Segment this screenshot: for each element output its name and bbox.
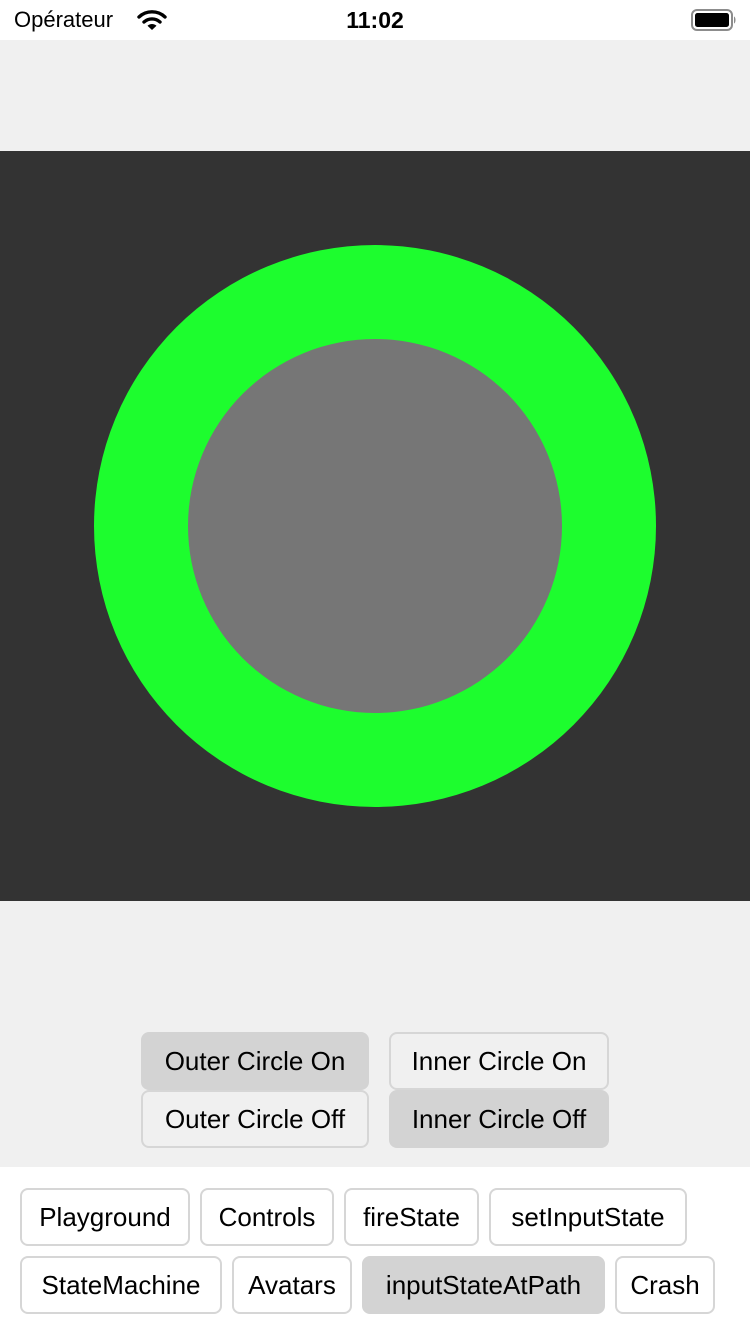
outer-circle-on-button[interactable]: Outer Circle On: [141, 1032, 369, 1090]
tab-crash[interactable]: Crash: [615, 1256, 715, 1314]
rive-animation-view[interactable]: [0, 151, 750, 901]
inner-circle-off-button[interactable]: Inner Circle Off: [389, 1090, 609, 1148]
tab-firestate[interactable]: fireState: [344, 1188, 479, 1246]
tab-setinputstate[interactable]: setInputState: [489, 1188, 687, 1246]
inner-circle: [188, 339, 562, 713]
tab-inputstateatpath[interactable]: inputStateAtPath: [362, 1256, 605, 1314]
battery-full-icon: [691, 9, 737, 31]
tab-playground[interactable]: Playground: [20, 1188, 190, 1246]
outer-circle-off-button[interactable]: Outer Circle Off: [141, 1090, 369, 1148]
status-bar: Opérateur 11:02: [0, 0, 750, 40]
tab-avatars[interactable]: Avatars: [232, 1256, 352, 1314]
demo-tab-bar: Playground Controls fireState setInputSt…: [0, 1167, 750, 1334]
tab-controls[interactable]: Controls: [200, 1188, 334, 1246]
status-time: 11:02: [346, 7, 404, 33]
inner-circle-on-button[interactable]: Inner Circle On: [389, 1032, 609, 1090]
tab-statemachine[interactable]: StateMachine: [20, 1256, 222, 1314]
